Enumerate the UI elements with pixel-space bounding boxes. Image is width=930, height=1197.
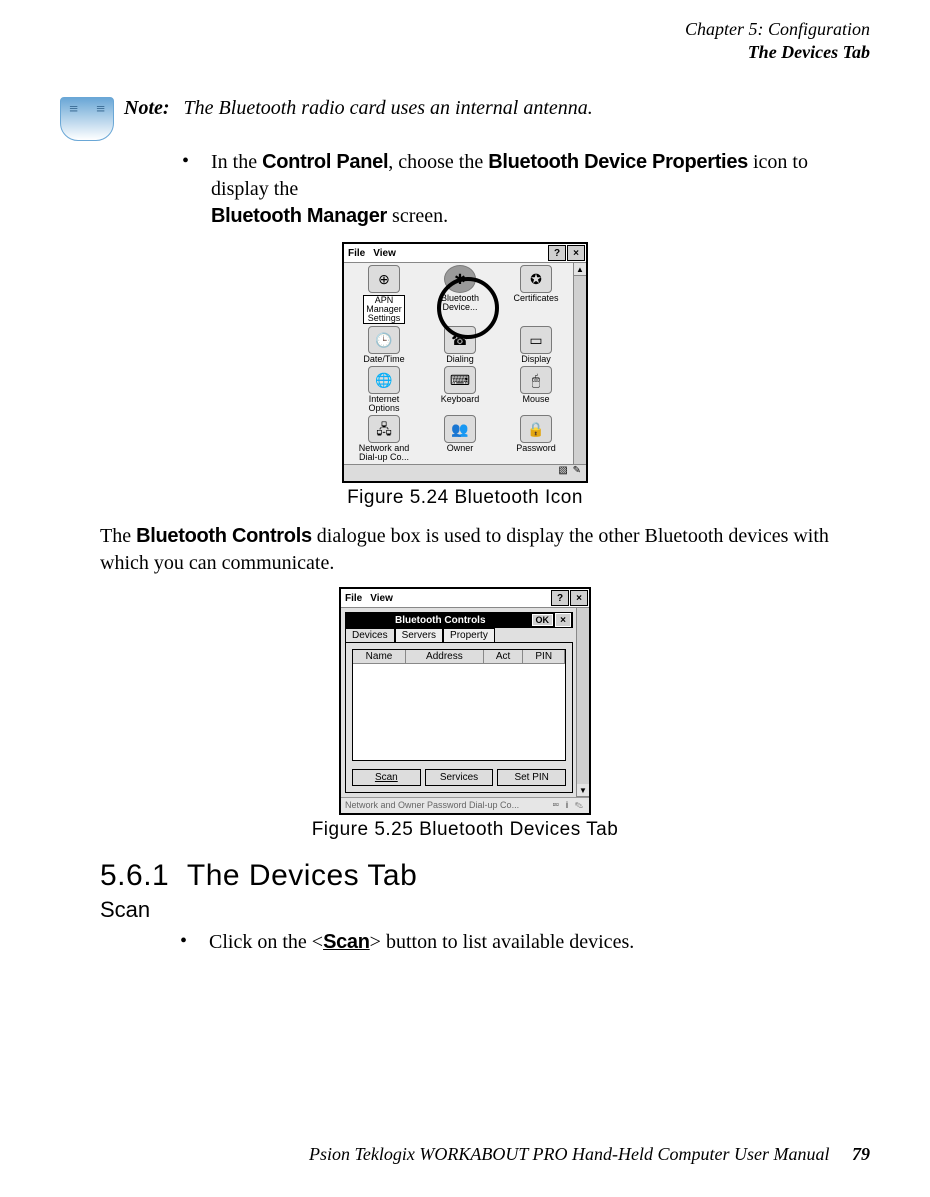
- scrollbar[interactable]: ▼: [576, 608, 589, 797]
- cp-item-mouse[interactable]: 🖱 Mouse: [500, 366, 572, 413]
- tab-property[interactable]: Property: [443, 628, 495, 642]
- cp-item-dialing[interactable]: ☎ Dialing: [424, 326, 496, 364]
- display-icon: ▭: [520, 326, 552, 354]
- close-button[interactable]: ×: [567, 245, 585, 261]
- cp-item-certificates[interactable]: ✪ Certificates: [500, 265, 572, 324]
- device-list[interactable]: Name Address Act PIN: [352, 649, 566, 761]
- book-icon: [60, 97, 114, 141]
- help-button[interactable]: ?: [548, 245, 566, 261]
- bluetooth-controls-window: File View ? × Bluetooth Controls OK × De…: [339, 587, 591, 815]
- col-address[interactable]: Address: [406, 650, 484, 664]
- clock-icon: 🕒: [368, 326, 400, 354]
- set-pin-button[interactable]: Set PIN: [497, 769, 566, 786]
- tab-devices[interactable]: Devices: [345, 628, 395, 642]
- phone-icon: ☎: [444, 326, 476, 354]
- outer-menu-file[interactable]: File: [341, 593, 366, 604]
- page-number: 79: [852, 1144, 870, 1164]
- ok-button[interactable]: OK: [532, 614, 554, 626]
- dialog-title: Bluetooth Controls: [347, 615, 532, 626]
- scan-button[interactable]: Scan: [352, 769, 421, 786]
- lock-icon: 🔒: [520, 415, 552, 443]
- certificate-icon: ✪: [520, 265, 552, 293]
- page-footer: Psion Teklogix WORKABOUT PRO Hand-Held C…: [309, 1144, 870, 1165]
- cp-item-network[interactable]: 🖧 Network and Dial-up Co...: [348, 415, 420, 462]
- footer-remnant: Network and Owner Password Dial-up Co...: [345, 800, 519, 811]
- bullet-dot: •: [182, 149, 189, 173]
- note-label: Note:: [124, 97, 170, 119]
- services-button[interactable]: Services: [425, 769, 494, 786]
- bullet-dot: •: [180, 929, 187, 953]
- subsection-heading: Scan: [100, 897, 870, 923]
- outer-help-button[interactable]: ?: [551, 590, 569, 606]
- cp-item-datetime[interactable]: 🕒 Date/Time: [348, 326, 420, 364]
- globe-icon: 🌐: [368, 366, 400, 394]
- note-text: The Bluetooth radio card uses an interna…: [184, 97, 593, 119]
- outer-menu-view[interactable]: View: [366, 593, 397, 604]
- scrollbar[interactable]: ▲: [573, 263, 586, 464]
- header-section: The Devices Tab: [60, 41, 870, 64]
- keyboard-icon: ⌨: [444, 366, 476, 394]
- taskbar-icons: ⮹ ℹ ✎: [552, 800, 585, 811]
- tab-servers[interactable]: Servers: [395, 628, 443, 642]
- section-heading: 5.6.1 The Devices Tab: [100, 859, 870, 893]
- header-chapter: Chapter 5: Configuration: [60, 18, 870, 41]
- owner-icon: 👥: [444, 415, 476, 443]
- control-panel-window: File View ? × ⊕ APN Manager Settings ✱ B…: [342, 242, 588, 483]
- outer-close-button[interactable]: ×: [570, 590, 588, 606]
- note-block: Note: The Bluetooth radio card uses an i…: [60, 97, 870, 141]
- cp-item-display[interactable]: ▭ Display: [500, 326, 572, 364]
- scroll-down-icon[interactable]: ▼: [577, 784, 589, 797]
- footer-text: Psion Teklogix WORKABOUT PRO Hand-Held C…: [309, 1144, 829, 1164]
- bullet-text: In the Control Panel, choose the Bluetoo…: [211, 149, 870, 230]
- figure-1: File View ? × ⊕ APN Manager Settings ✱ B…: [60, 242, 870, 509]
- figure-caption-2: Figure 5.25 Bluetooth Devices Tab: [60, 819, 870, 841]
- paragraph-bluetooth-controls: The Bluetooth Controls dialogue box is u…: [100, 523, 870, 577]
- cp-item-bluetooth[interactable]: ✱ Bluetooth Device...: [424, 265, 496, 324]
- col-act[interactable]: Act: [484, 650, 524, 664]
- scroll-up-icon[interactable]: ▲: [574, 263, 586, 276]
- page-header: Chapter 5: Configuration The Devices Tab: [60, 18, 870, 63]
- figure-2: File View ? × Bluetooth Controls OK × De…: [60, 587, 870, 841]
- menu-file[interactable]: File: [344, 248, 369, 259]
- col-name[interactable]: Name: [353, 650, 406, 664]
- figure-caption-1: Figure 5.24 Bluetooth Icon: [60, 487, 870, 509]
- cp-item-keyboard[interactable]: ⌨ Keyboard: [424, 366, 496, 413]
- bullet-text: Click on the <Scan> button to list avail…: [209, 929, 634, 956]
- cp-item-password[interactable]: 🔒 Password: [500, 415, 572, 462]
- mouse-icon: 🖱: [520, 366, 552, 394]
- bullet-1: • In the Control Panel, choose the Bluet…: [182, 149, 870, 230]
- bullet-2: • Click on the <Scan> button to list ava…: [180, 929, 870, 956]
- cp-item-internet[interactable]: 🌐 Internet Options: [348, 366, 420, 413]
- network-icon: 🖧: [368, 415, 400, 443]
- col-pin[interactable]: PIN: [523, 650, 565, 664]
- cp-item-owner[interactable]: 👥 Owner: [424, 415, 496, 462]
- bluetooth-icon: ✱: [444, 265, 476, 293]
- status-bar: ▧ ✎: [344, 464, 586, 481]
- globe-icon: ⊕: [368, 265, 400, 293]
- menu-view[interactable]: View: [369, 248, 400, 259]
- cp-item-apn[interactable]: ⊕ APN Manager Settings: [348, 265, 420, 324]
- dialog-close-button[interactable]: ×: [555, 613, 571, 627]
